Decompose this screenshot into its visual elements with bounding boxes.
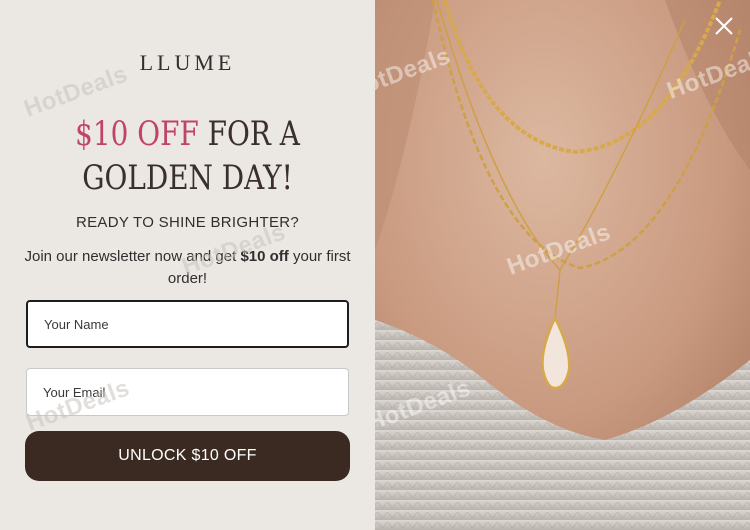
headline-rest-line1: FOR A [198,114,300,154]
name-input[interactable] [26,300,349,348]
email-input[interactable] [26,368,349,416]
close-icon[interactable] [710,12,738,40]
necklace-photo-illustration [375,0,750,530]
description-bold: $10 off [240,248,289,265]
headline-accent: $10 OFF [75,114,199,154]
newsletter-popup: LLUME $10 OFF FOR A GOLDEN DAY! READY TO… [0,0,750,530]
description-before: Join our newsletter now and get [24,248,241,265]
unlock-discount-button[interactable]: UNLOCK $10 OFF [25,431,350,481]
popup-headline: $10 OFF FOR A GOLDEN DAY! [34,112,342,200]
popup-subheading: READY TO SHINE BRIGHTER? [75,214,300,231]
brand-logo: LLUME [139,50,236,75]
popup-description: Join our newsletter now and get $10 off … [20,246,355,290]
headline-line2: GOLDEN DAY! [82,158,293,198]
product-photo: HotDeals HotDeals HotDeals HotDeals [375,0,750,530]
popup-form-panel: LLUME $10 OFF FOR A GOLDEN DAY! READY TO… [0,0,375,530]
